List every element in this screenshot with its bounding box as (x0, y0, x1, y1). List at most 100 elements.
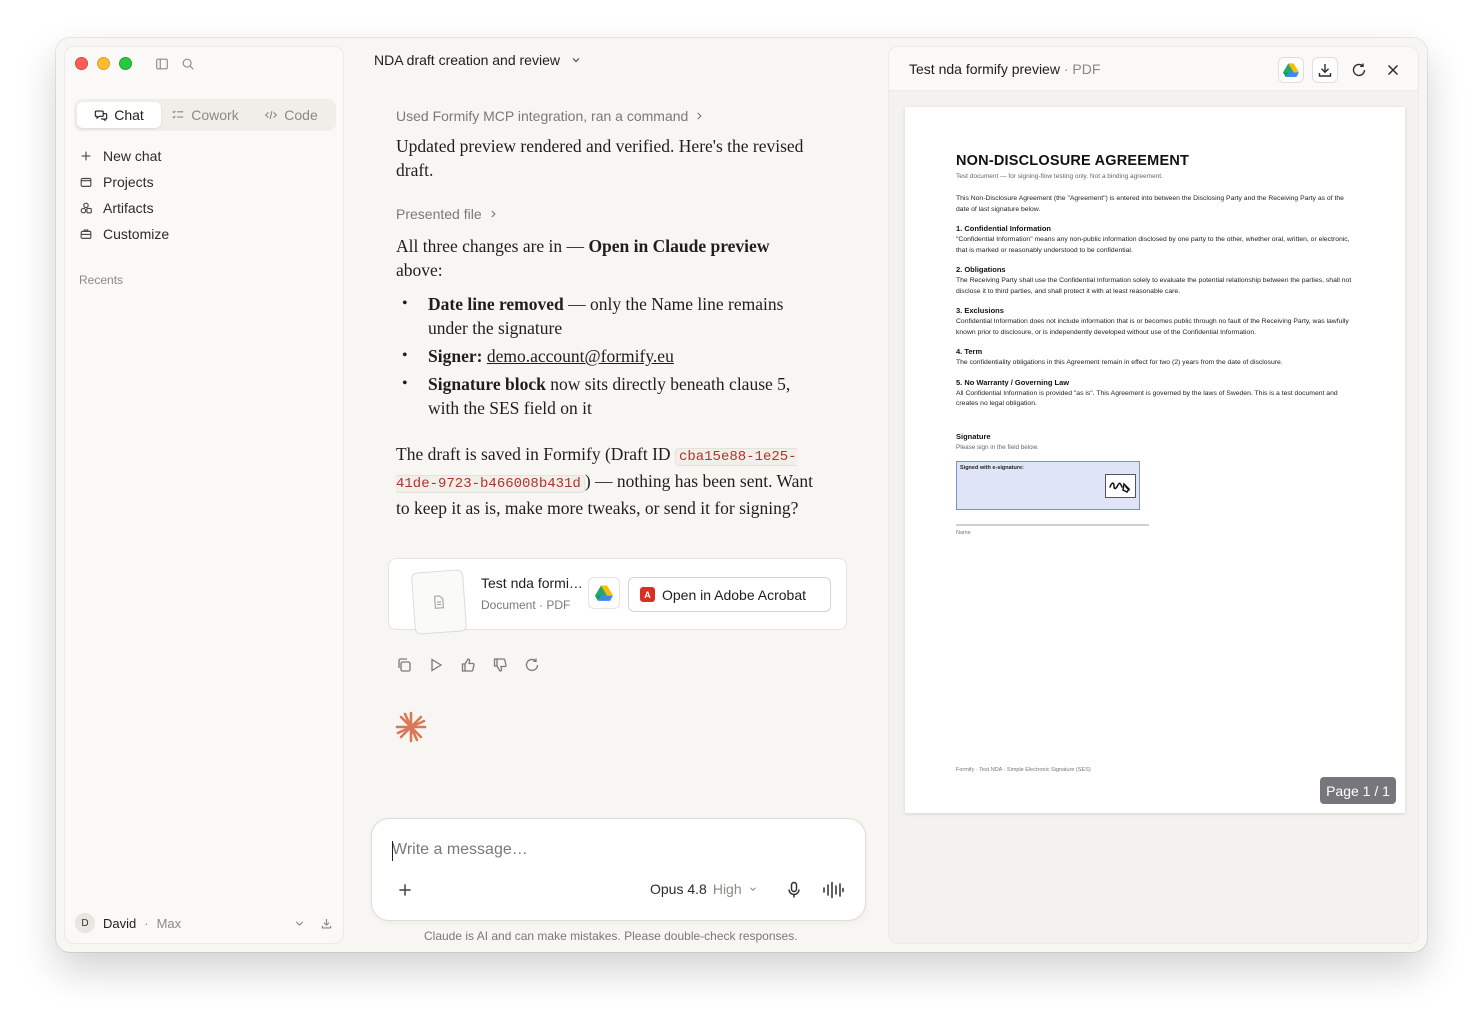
tab-code[interactable]: Code (249, 102, 333, 128)
section-heading: 5. No Warranty / Governing Law (956, 377, 1070, 387)
close-preview-button[interactable] (1380, 57, 1406, 83)
save-to-google-drive-button[interactable] (1278, 57, 1304, 83)
signature-pen-icon (1105, 473, 1136, 498)
model-selector[interactable]: Opus 4.8 High (650, 881, 758, 897)
minimize-window-button[interactable] (97, 57, 110, 70)
play-icon[interactable] (428, 657, 444, 673)
adobe-acrobat-icon: A (640, 587, 655, 602)
plus-icon (81, 151, 91, 161)
close-icon (1387, 64, 1399, 76)
section-text: "Confidential Information" means any non… (956, 236, 1350, 254)
tool-use-summary[interactable]: Used Formify MCP integration, ran a comm… (396, 108, 816, 124)
document-title: NON-DISCLOSURE AGREEMENT (956, 153, 1190, 169)
sidebar-item-customize[interactable]: Customize (79, 221, 329, 247)
name-label: Name (956, 529, 971, 536)
signature-heading: Signature (956, 431, 991, 441)
signature-field-label: Signed with e-signature: (960, 464, 1024, 471)
retry-icon[interactable] (524, 657, 540, 673)
download-icon (1318, 64, 1332, 77)
tab-cowork[interactable]: Cowork (163, 102, 247, 128)
file-name: Test nda formi… (481, 575, 583, 591)
message-composer: Opus 4.8 High (371, 818, 866, 921)
model-name: Opus 4.8 (650, 881, 707, 897)
pdf-content: NON-DISCLOSURE AGREEMENT Test document —… (956, 153, 1356, 536)
file-attachment-card[interactable]: Test nda formi… Document · PDF A Open in… (388, 558, 847, 635)
message-input[interactable] (392, 841, 832, 859)
chevron-down-icon[interactable] (293, 917, 306, 930)
chat-bubbles-icon (94, 110, 108, 122)
user-name: David (103, 915, 137, 931)
signature-hint: Please sign in the field below. (956, 443, 1039, 451)
refresh-button[interactable] (1346, 57, 1372, 83)
google-drive-icon (595, 585, 613, 601)
section-heading: 2. Obligations (956, 265, 1006, 274)
conversation-title[interactable]: NDA draft creation and review (374, 52, 582, 68)
sidebar-item-new-chat[interactable]: New chat (79, 143, 329, 169)
sidebar-item-artifacts[interactable]: Artifacts (79, 195, 329, 221)
search-icon[interactable] (181, 57, 195, 71)
message-paragraph: Updated preview rendered and verified. H… (396, 136, 804, 180)
thumbs-up-icon[interactable] (460, 657, 476, 673)
download-button[interactable] (1312, 57, 1338, 83)
email-link[interactable]: demo.account@formify.eu (487, 346, 674, 366)
pdf-page: NON-DISCLOSURE AGREEMENT Test document —… (905, 107, 1405, 813)
list-item: Date line removed — only the Name line r… (402, 292, 816, 340)
conversation-title-text: NDA draft creation and review (374, 52, 560, 68)
microphone-icon[interactable] (786, 881, 802, 899)
thumbs-down-icon[interactable] (492, 657, 508, 673)
sidebar-item-label: Artifacts (103, 200, 154, 216)
text-span: The draft is saved in Formify (Draft ID (396, 444, 675, 464)
section-text: All Confidential Information is provided… (956, 389, 1338, 408)
open-in-acrobat-button[interactable]: A Open in Adobe Acrobat (628, 577, 831, 612)
save-to-google-drive-button[interactable] (588, 577, 620, 609)
bold-span: Date line removed (428, 294, 564, 314)
effort-level: High (712, 881, 742, 897)
assistant-message: Used Formify MCP integration, ran a comm… (396, 108, 816, 520)
sidebar-toggle-icon[interactable] (155, 57, 169, 71)
sidebar-item-projects[interactable]: Projects (79, 169, 329, 195)
sidebar-top-icons (155, 57, 195, 71)
disclaimer: Claude is AI and can make mistakes. Plea… (424, 929, 798, 943)
copy-icon[interactable] (396, 657, 412, 673)
section-heading: 1. Confidential Information (956, 224, 1051, 233)
voice-mode-icon[interactable] (822, 881, 844, 899)
sidebar-item-label: New chat (103, 148, 162, 164)
changes-list: Date line removed — only the Name line r… (396, 292, 816, 420)
bold-span: Open in Claude preview (588, 236, 770, 256)
download-icon[interactable] (320, 917, 333, 930)
section-heading: 3. Exclusions (956, 306, 1004, 315)
maximize-window-button[interactable] (119, 57, 132, 70)
tab-chat[interactable]: Chat (77, 102, 161, 128)
checklist-icon (172, 110, 184, 119)
text-caret (392, 841, 393, 861)
document-intro: This Non-Disclosure Agreement (the "Agre… (956, 195, 1344, 213)
text-span: All three changes are in — (396, 236, 589, 256)
sidebar-nav: New chat Projects Artifacts Customize (79, 143, 329, 247)
chevron-down-icon (572, 58, 580, 63)
close-window-button[interactable] (75, 57, 88, 70)
claude-spark-icon (395, 711, 427, 743)
refresh-icon (1352, 63, 1366, 77)
list-item: Signature block now sits directly beneat… (402, 372, 816, 420)
list-item: Signer: demo.account@formify.eu (402, 344, 816, 368)
file-preview-panel: Test nda formify preview · PDF NON-DISCL… (888, 46, 1419, 944)
file-meta: Document · PDF (481, 598, 571, 612)
preview-separator: · (1059, 61, 1073, 77)
tab-chat-label: Chat (114, 107, 144, 123)
folder-icon (80, 177, 92, 187)
add-attachment-icon[interactable] (396, 881, 414, 899)
chevron-down-icon (749, 887, 756, 891)
avatar: D (75, 913, 95, 933)
document-footer: Formify · Test NDA · Simple Electronic S… (956, 767, 1091, 773)
user-menu[interactable]: D David · Max (75, 911, 333, 935)
text-span: above: (396, 260, 443, 280)
user-plan: Max (156, 915, 182, 931)
preview-file-type: PDF (1072, 61, 1101, 77)
section-text: The Receiving Party shall use the Confid… (956, 277, 1352, 295)
presented-file-summary[interactable]: Presented file (396, 206, 816, 222)
sidebar-item-label: Projects (103, 174, 154, 190)
chevron-right-icon (490, 210, 496, 218)
bold-span: Signer: (428, 346, 483, 366)
file-thumbnail (410, 569, 468, 635)
signature-field[interactable]: Signed with e-signature: (956, 460, 1140, 510)
